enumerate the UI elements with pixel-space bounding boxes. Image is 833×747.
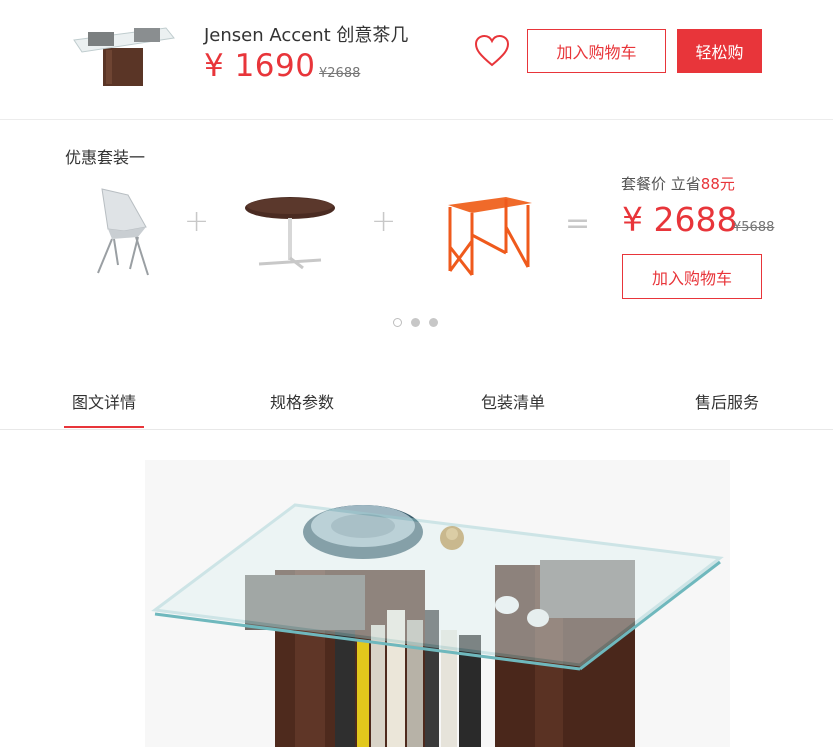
combo-original-price: ¥5688: [733, 220, 775, 235]
product-title: Jensen Accent 创意茶几: [204, 25, 409, 46]
bundle-item-white-chair[interactable]: [88, 185, 152, 277]
tab-after-sales[interactable]: 售后服务: [695, 389, 759, 413]
carousel-dot-3[interactable]: [429, 318, 438, 327]
product-price: ¥ 1690: [204, 48, 316, 84]
add-to-cart-button[interactable]: 加入购物车: [527, 29, 666, 73]
tab-details[interactable]: 图文详情: [72, 389, 136, 413]
bundle-item-orange-table[interactable]: [442, 193, 534, 277]
product-thumbnail[interactable]: [70, 18, 178, 88]
detail-tabs: 图文详情 规格参数 包装清单 售后服务: [0, 372, 833, 430]
product-header: Jensen Accent 创意茶几 ¥ 1690 ¥2688 加入购物车 轻松…: [0, 0, 833, 120]
bundle-title: 优惠套装一: [65, 148, 146, 167]
bundle-item-round-table[interactable]: [243, 194, 337, 270]
combo-price: ¥ 2688: [622, 200, 738, 239]
carousel-dots: [393, 318, 438, 327]
combo-add-to-cart-button[interactable]: 加入购物车: [622, 254, 762, 299]
product-hero-image: [145, 460, 730, 747]
buy-now-button[interactable]: 轻松购: [677, 29, 762, 73]
bundle-plus-sign-2: +: [371, 204, 397, 239]
carousel-dot-1[interactable]: [393, 318, 402, 327]
bundle-equals-sign: =: [565, 206, 591, 241]
combo-price-label: 套餐价 立省88元: [621, 173, 735, 194]
tab-specs[interactable]: 规格参数: [270, 389, 334, 413]
active-tab-indicator: [64, 426, 144, 428]
bundle-plus-sign: +: [184, 204, 210, 239]
combo-label-text: 套餐价 立省: [621, 175, 701, 193]
carousel-dot-2[interactable]: [411, 318, 420, 327]
combo-save-amount: 88元: [700, 175, 735, 193]
heart-icon[interactable]: [474, 34, 510, 68]
product-original-price: ¥2688: [319, 66, 361, 81]
tab-package[interactable]: 包装清单: [481, 389, 545, 413]
